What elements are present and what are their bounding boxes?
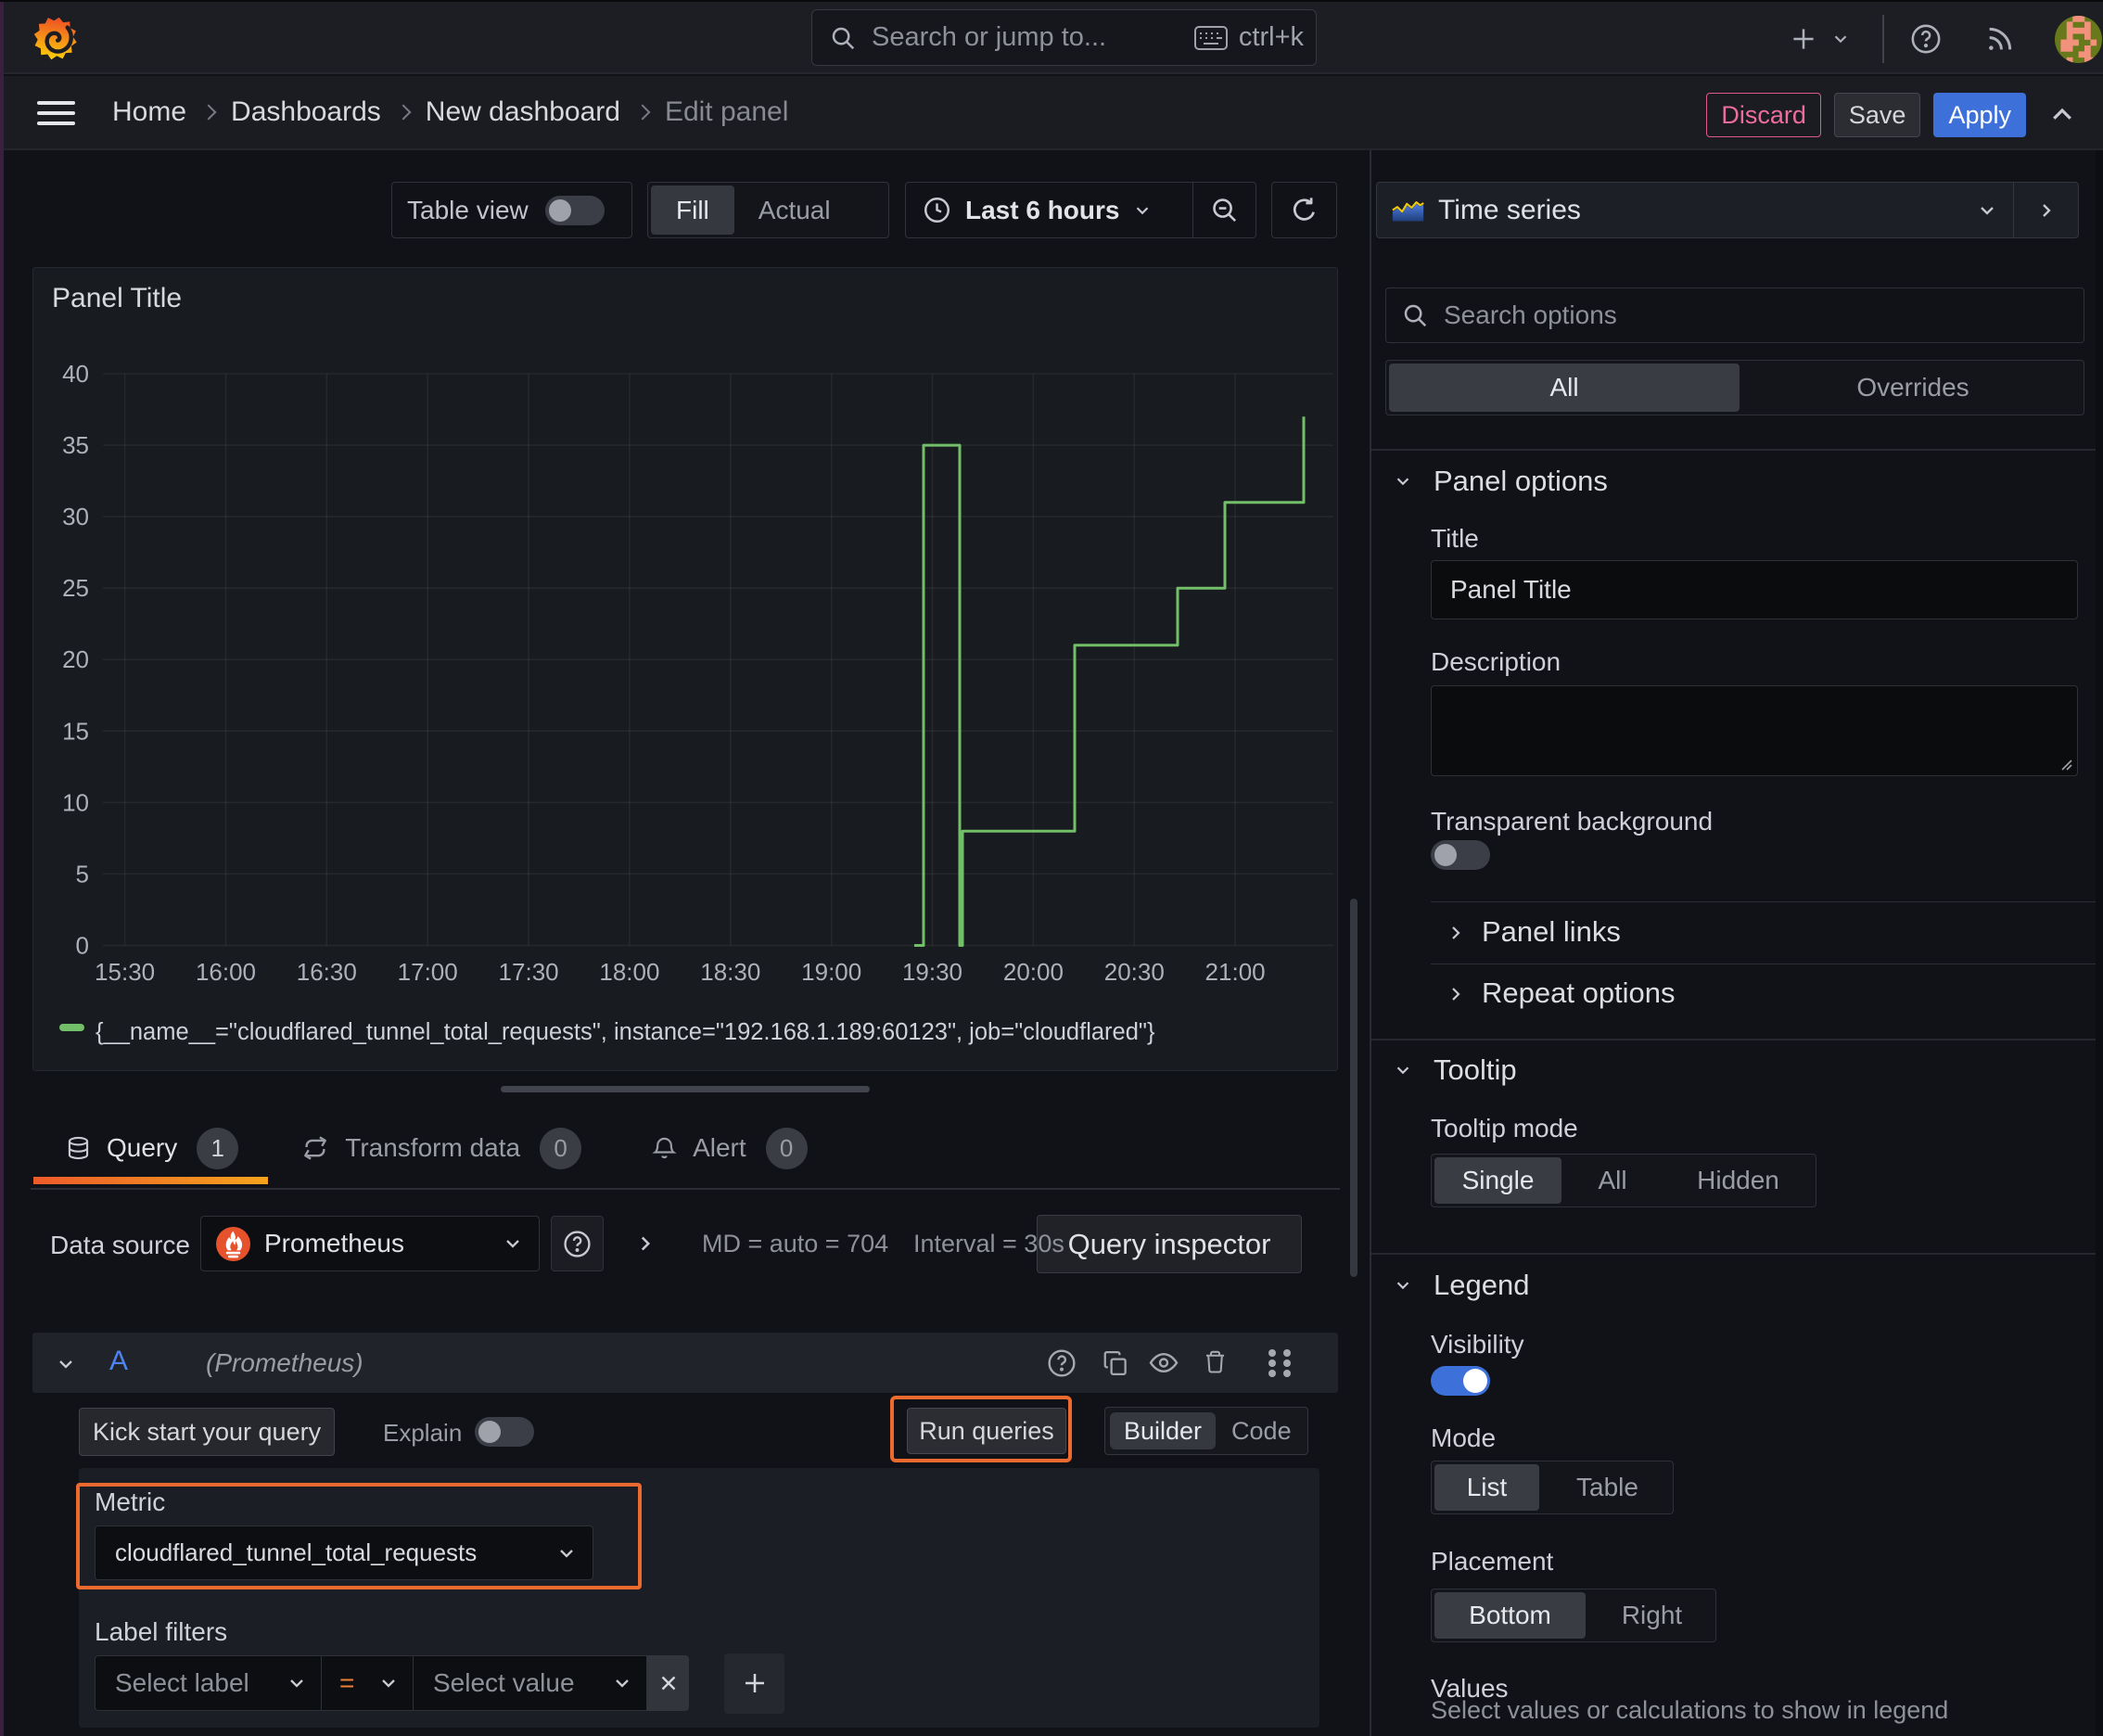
svg-text:16:30: 16:30 <box>297 958 357 986</box>
svg-text:40: 40 <box>62 360 89 388</box>
svg-text:15:30: 15:30 <box>95 958 155 986</box>
svg-text:20:30: 20:30 <box>1104 958 1165 986</box>
svg-text:20:00: 20:00 <box>1003 958 1064 986</box>
svg-text:{__name__="cloudflared_tunnel_: {__name__="cloudflared_tunnel_total_requ… <box>96 1019 1155 1045</box>
svg-text:18:00: 18:00 <box>599 958 659 986</box>
svg-text:25: 25 <box>62 574 89 602</box>
svg-text:0: 0 <box>76 932 89 960</box>
svg-text:16:00: 16:00 <box>196 958 256 986</box>
svg-text:19:30: 19:30 <box>902 958 962 986</box>
svg-text:21:00: 21:00 <box>1205 958 1266 986</box>
svg-text:19:00: 19:00 <box>801 958 861 986</box>
svg-text:15: 15 <box>62 717 89 745</box>
svg-text:17:00: 17:00 <box>398 958 458 986</box>
svg-text:35: 35 <box>62 431 89 459</box>
svg-text:5: 5 <box>76 860 89 887</box>
svg-text:18:30: 18:30 <box>700 958 760 986</box>
svg-text:30: 30 <box>62 503 89 530</box>
svg-text:10: 10 <box>62 788 89 816</box>
svg-text:20: 20 <box>62 645 89 673</box>
svg-text:17:30: 17:30 <box>499 958 559 986</box>
